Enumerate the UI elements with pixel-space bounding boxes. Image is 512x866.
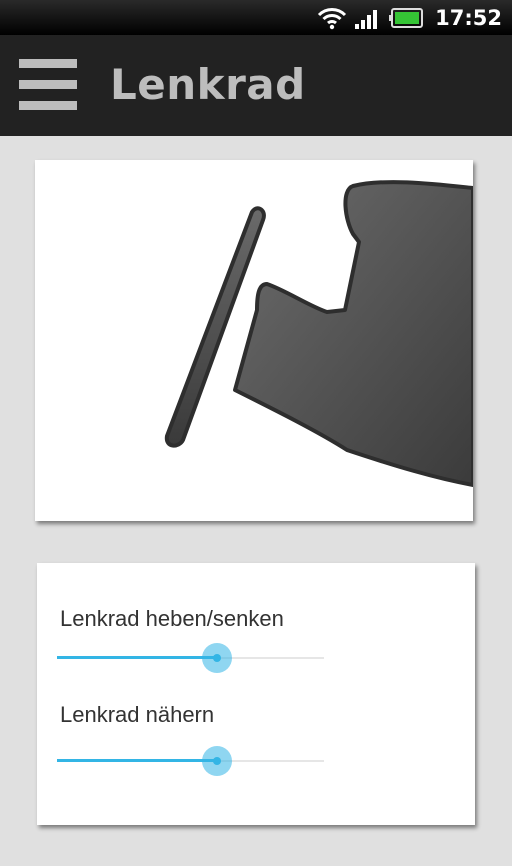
slider-label-reach: Lenkrad nähern [60,702,215,727]
status-bar: 17:52 [0,0,512,35]
slider-label-height: Lenkrad heben/senken [60,606,284,631]
controls-card: Lenkrad heben/senken Lenkrad nähern [37,563,475,825]
wifi-icon [318,7,347,29]
slider-fill [57,759,218,762]
slider-thumb[interactable] [202,746,233,776]
page-title: Lenkrad [110,60,306,109]
signal-icon [355,9,378,29]
status-time: 17:52 [435,5,502,30]
reach-slider[interactable] [57,746,324,776]
hamburger-menu-icon[interactable] [19,59,77,111]
slider-fill [57,656,218,659]
steering-wheel-seat-icon [164,180,473,487]
battery-icon [389,7,424,28]
slider-thumb[interactable] [202,643,233,673]
illustration-card [35,160,473,521]
height-slider[interactable] [57,643,324,673]
